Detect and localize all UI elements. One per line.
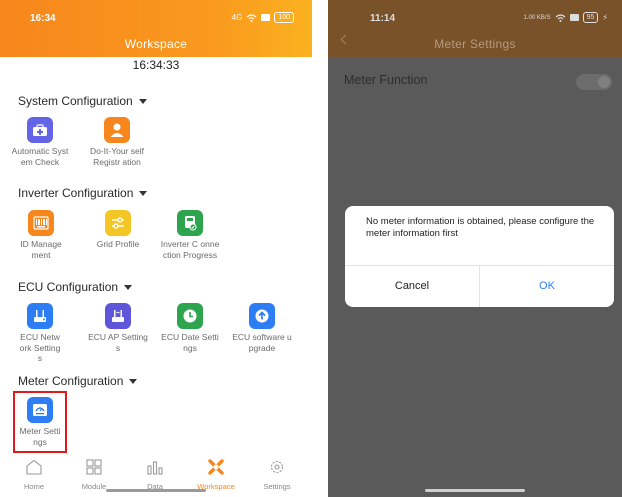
ecu-network-icon — [27, 303, 53, 329]
workspace-screen: 16:34 4G 100 Workspace 16:34:33 System C… — [0, 0, 312, 497]
app-label: ECU Date Settings — [161, 332, 219, 353]
bottom-tab-bar: Home Module Data Workspace Settings — [0, 453, 312, 497]
app-id-management[interactable]: ID Manage ment — [16, 210, 66, 260]
app-label: Inverter C onnection Progress — [160, 239, 220, 260]
meter-config-header[interactable]: Meter Configuration — [18, 374, 138, 388]
app-label: ECU Network Settings — [19, 332, 61, 363]
page-title: Meter Settings — [434, 37, 516, 51]
tab-workspace[interactable]: Workspace — [191, 459, 241, 491]
caret-down-icon — [129, 378, 138, 384]
sim-icon — [569, 14, 579, 21]
app-label: Do-It-Your self Registr ation — [89, 146, 144, 167]
dialog-message: No meter information is obtained, please… — [366, 216, 595, 239]
wifi-icon — [246, 13, 257, 22]
app-label: Grid Profile — [96, 239, 140, 249]
section-title-label: ECU Configuration — [18, 280, 119, 294]
home-indicator — [106, 489, 206, 492]
status-icons: 4G 100 — [232, 12, 294, 23]
system-config-header[interactable]: System Configuration — [18, 94, 147, 108]
tab-data[interactable]: Data — [130, 459, 180, 491]
network-type: 4G — [231, 13, 243, 22]
sliders-icon — [105, 210, 131, 236]
current-time: 16:34:33 — [132, 58, 180, 72]
app-ecu-software-upgrade[interactable]: ECU software upgrade — [232, 303, 292, 353]
ok-button[interactable]: OK — [480, 265, 614, 307]
network-speed: 1.00 KB/S — [523, 14, 551, 21]
screenshot-stage: 16:34 4G 100 Workspace 16:34:33 System C… — [0, 0, 622, 497]
battery-icon: 95 — [582, 12, 599, 23]
grid-icon — [86, 459, 102, 475]
inverter-icon — [177, 210, 203, 236]
tab-label: Home — [23, 482, 44, 491]
meter-settings-highlight — [13, 391, 67, 453]
app-automatic-system-check[interactable]: Automatic System Check — [10, 117, 70, 167]
meter-info-dialog: No meter information is obtained, please… — [345, 206, 614, 307]
charging-icon: ⚡ — [602, 13, 608, 22]
upload-arrow-icon — [249, 303, 275, 329]
bar-chart-icon — [147, 461, 163, 475]
battery-icon: 100 — [274, 12, 294, 23]
sim-icon — [261, 14, 271, 21]
caret-down-icon — [124, 284, 133, 290]
section-title-label: Meter Configuration — [18, 374, 124, 388]
app-ecu-ap-settings[interactable]: ECU AP Settings — [88, 303, 148, 353]
app-ecu-date-settings[interactable]: ECU Date Settings — [160, 303, 220, 353]
wifi-icon — [555, 13, 565, 22]
app-inverter-connection-progress[interactable]: Inverter C onnection Progress — [160, 210, 220, 260]
status-icons: 1.00 KB/S 95 ⚡ — [524, 12, 608, 23]
meter-function-label: Meter Function — [344, 73, 428, 87]
workspace-icon — [208, 459, 224, 475]
app-label: Automatic System Check — [11, 146, 69, 167]
home-icon — [26, 459, 42, 475]
home-indicator — [425, 489, 525, 492]
barcode-icon — [28, 210, 54, 236]
meter-settings-screen: 11:14 1.00 KB/S 95 ⚡ Meter Settings Mete… — [328, 0, 622, 497]
ecu-ap-icon — [105, 303, 131, 329]
status-time: 11:14 — [370, 13, 396, 24]
meter-function-row: Meter Function — [328, 63, 622, 99]
cancel-button[interactable]: Cancel — [345, 265, 479, 307]
gear-icon — [270, 460, 284, 474]
tab-label: Settings — [263, 482, 291, 491]
person-icon — [104, 117, 130, 143]
ecu-config-header[interactable]: ECU Configuration — [18, 280, 133, 294]
toggle-knob — [598, 76, 610, 88]
workspace-header: 16:34 4G 100 Workspace — [0, 0, 312, 57]
clock-icon — [177, 303, 203, 329]
inverter-config-header[interactable]: Inverter Configuration — [18, 186, 148, 200]
app-label: ECU software upgrade — [232, 332, 292, 353]
app-label: ID Manage ment — [20, 239, 62, 260]
app-do-it-yourself-registration[interactable]: Do-It-Your self Registr ation — [87, 117, 147, 167]
tab-settings[interactable]: Settings — [252, 459, 302, 491]
page-title: Workspace — [124, 37, 188, 51]
meter-settings-header: 11:14 1.00 KB/S 95 ⚡ Meter Settings — [328, 0, 622, 57]
app-grid-profile[interactable]: Grid Profile — [88, 210, 148, 250]
tab-module[interactable]: Module — [69, 459, 119, 491]
app-ecu-network-settings[interactable]: ECU Network Settings — [18, 303, 62, 364]
section-title-label: System Configuration — [18, 94, 133, 108]
caret-down-icon — [139, 190, 148, 196]
tab-home[interactable]: Home — [9, 459, 59, 491]
first-aid-kit-icon — [27, 117, 53, 143]
section-title-label: Inverter Configuration — [18, 186, 134, 200]
caret-down-icon — [138, 98, 147, 104]
status-time: 16:34 — [30, 13, 56, 24]
app-label: ECU AP Settings — [88, 332, 148, 353]
